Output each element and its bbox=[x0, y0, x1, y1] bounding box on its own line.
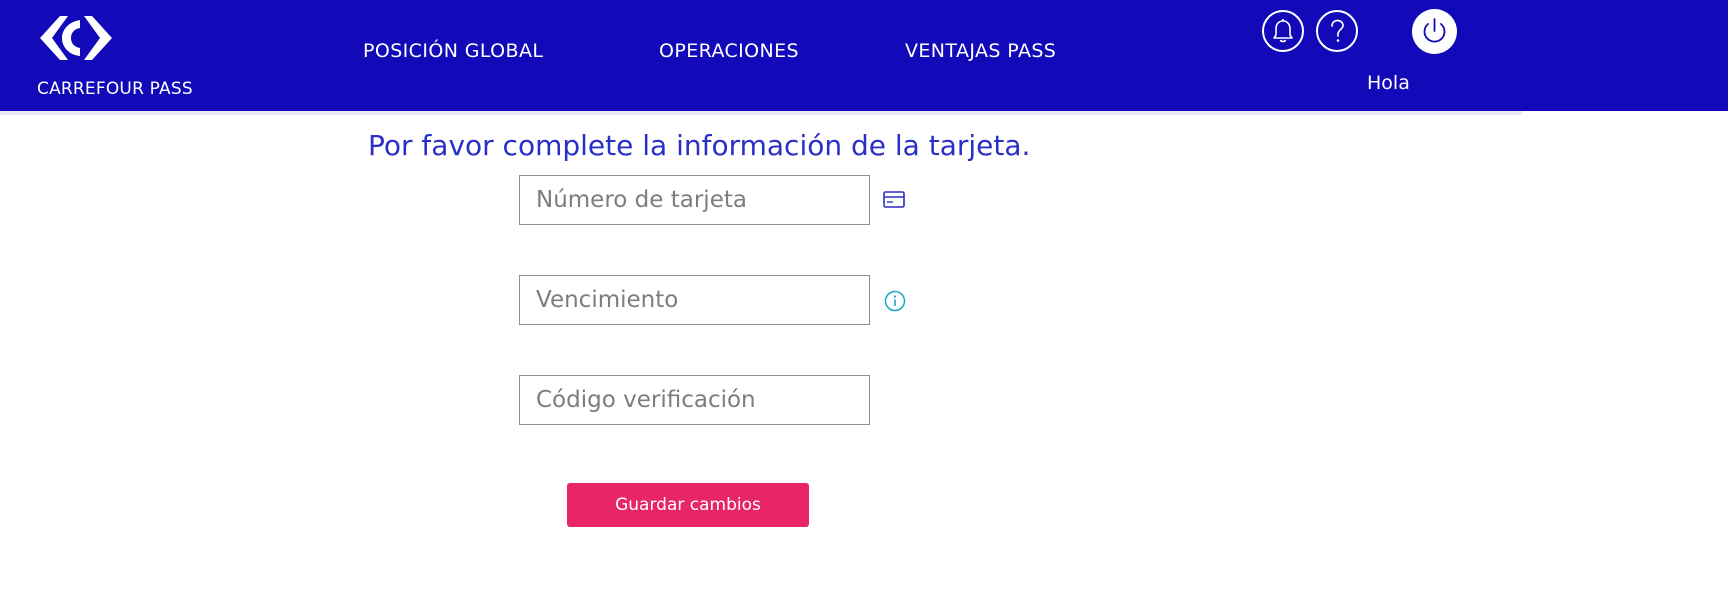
nav-ventajas-pass[interactable]: VENTAJAS PASS bbox=[905, 40, 1056, 62]
brand-name: CARREFOUR PASS bbox=[37, 79, 193, 99]
expiry-date-input[interactable] bbox=[519, 275, 870, 325]
header-divider bbox=[0, 111, 1522, 115]
card-number-input[interactable] bbox=[519, 175, 870, 225]
save-changes-button[interactable]: Guardar cambios bbox=[567, 483, 809, 527]
help-button[interactable] bbox=[1316, 10, 1358, 52]
power-icon bbox=[1423, 18, 1446, 43]
top-header: CARREFOUR PASS POSICIÓN GLOBAL OPERACION… bbox=[0, 0, 1728, 111]
page-title: Por favor complete la información de la … bbox=[368, 129, 1031, 162]
info-icon[interactable] bbox=[884, 290, 906, 312]
carrefour-logo-icon[interactable] bbox=[38, 14, 114, 62]
bell-icon bbox=[1273, 19, 1293, 43]
nav-posicion-global[interactable]: POSICIÓN GLOBAL bbox=[363, 40, 543, 62]
logout-button[interactable] bbox=[1412, 9, 1457, 54]
question-icon bbox=[1331, 19, 1344, 42]
nav-operaciones[interactable]: OPERACIONES bbox=[659, 40, 799, 62]
notifications-button[interactable] bbox=[1262, 10, 1304, 52]
credit-card-icon bbox=[883, 191, 905, 208]
verification-code-input[interactable] bbox=[519, 375, 870, 425]
user-greeting: Hola bbox=[1367, 72, 1410, 94]
